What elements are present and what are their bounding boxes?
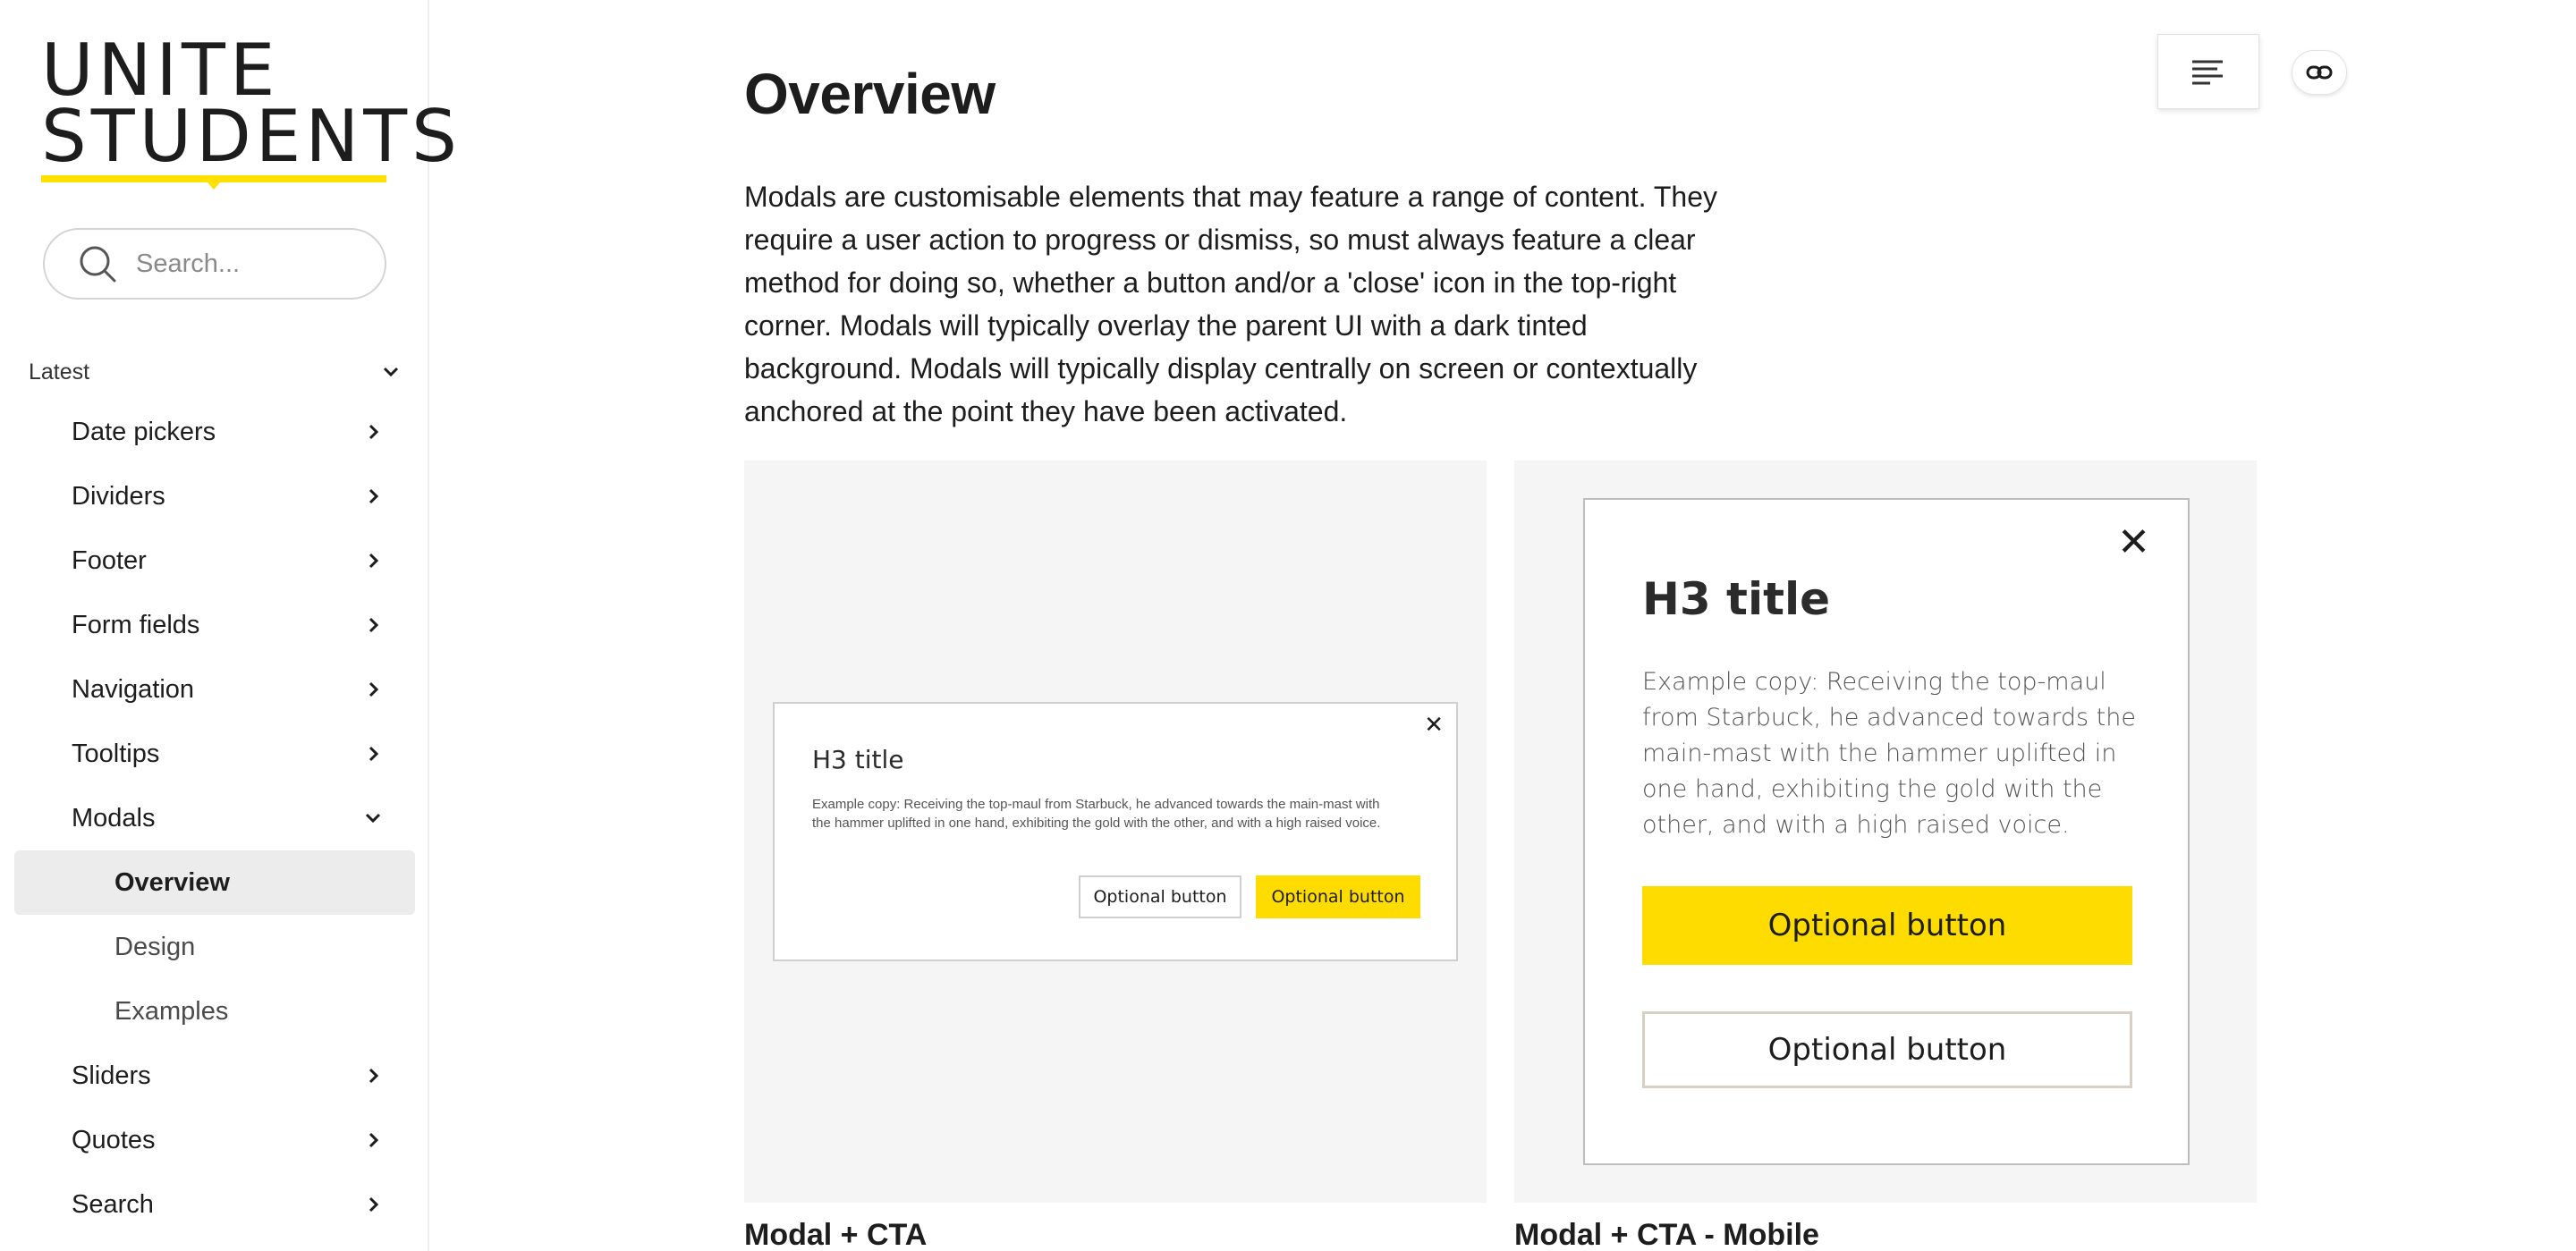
chevron-right-icon xyxy=(369,1196,379,1213)
chevron-down-icon xyxy=(365,813,381,824)
example-panel-mobile: ✕ H3 title Example copy: Receiving the t… xyxy=(1514,461,2257,1203)
sidebar-item-modals[interactable]: Modals xyxy=(14,786,415,850)
sidebar-item-label: Form fields xyxy=(72,610,200,639)
sidebar-item-label: Quotes xyxy=(72,1125,156,1154)
sidebar-item-label: Overview xyxy=(114,867,230,897)
sidebar-item-label: Navigation xyxy=(72,674,195,704)
optional-primary-button[interactable]: Optional button xyxy=(1642,886,2132,965)
sidebar-item-navigation[interactable]: Navigation xyxy=(14,657,415,722)
sidebar-item-label: Examples xyxy=(114,996,229,1026)
intro-paragraph: Modals are customisable elements that ma… xyxy=(744,181,1717,427)
sidebar-item-label: Dividers xyxy=(72,481,165,511)
chevron-right-icon xyxy=(369,553,379,569)
main-content: Overview Modals are customisable element… xyxy=(431,0,2576,1251)
optional-secondary-button[interactable]: Optional button xyxy=(1642,1011,2132,1088)
modal-title: H3 title xyxy=(1642,573,1831,625)
logo-line-2: STUDENTS xyxy=(41,95,462,178)
modal-preview-mobile: ✕ H3 title Example copy: Receiving the t… xyxy=(1583,498,2190,1165)
sidebar-item-footer[interactable]: Footer xyxy=(14,528,415,593)
nav-section-latest[interactable]: Latest xyxy=(29,351,404,393)
sidebar-item-label: Search xyxy=(72,1189,154,1219)
optional-secondary-button[interactable]: Optional button xyxy=(1079,875,1241,918)
chevron-right-icon xyxy=(369,424,379,440)
chevron-right-icon xyxy=(369,681,379,697)
sidebar-item-label: Design xyxy=(114,932,196,961)
sidebar-item-label: Footer xyxy=(72,545,147,575)
sidebar-item-overview[interactable]: Overview xyxy=(14,850,415,915)
sidebar-item-sliders[interactable]: Sliders xyxy=(14,1044,415,1108)
sidebar-item-tooltips[interactable]: Tooltips xyxy=(14,722,415,786)
sidebar-item-label: Modals xyxy=(72,803,156,833)
example-caption-desktop: Modal + CTA xyxy=(744,1218,928,1251)
sidebar-item-date-pickers[interactable]: Date pickers xyxy=(14,400,415,464)
search-icon xyxy=(80,246,116,283)
example-panel-desktop: ✕ H3 title Example copy: Receiving the t… xyxy=(744,461,1487,1203)
search-input[interactable] xyxy=(136,249,360,279)
page-title: Overview xyxy=(744,62,996,126)
modal-title: H3 title xyxy=(812,745,904,774)
logo-underline xyxy=(41,175,386,190)
nav-list: Date pickers Dividers Footer Form fields… xyxy=(14,400,415,1237)
modal-copy: Example copy: Receiving the top-maul fro… xyxy=(812,797,1381,831)
search-box[interactable] xyxy=(43,228,386,300)
chevron-right-icon xyxy=(369,617,379,633)
chevron-right-icon xyxy=(369,488,379,504)
chevron-right-icon xyxy=(369,746,379,762)
chevron-down-icon xyxy=(383,367,399,377)
sidebar-item-search[interactable]: Search xyxy=(14,1172,415,1237)
sidebar-item-label: Sliders xyxy=(72,1061,151,1090)
chevron-right-icon xyxy=(369,1132,379,1148)
example-caption-mobile: Modal + CTA - Mobile xyxy=(1514,1218,1819,1251)
sidebar-item-examples[interactable]: Examples xyxy=(14,979,415,1044)
close-icon[interactable]: ✕ xyxy=(2117,523,2150,562)
sidebar-item-quotes[interactable]: Quotes xyxy=(14,1108,415,1172)
modal-preview: ✕ H3 title Example copy: Receiving the t… xyxy=(773,702,1458,961)
logo-line-1: UNITE xyxy=(41,29,280,112)
sidebar-item-label: Tooltips xyxy=(72,739,160,768)
link-icon xyxy=(2306,65,2333,80)
sidebar-item-dividers[interactable]: Dividers xyxy=(14,464,415,528)
table-of-contents-icon xyxy=(2192,60,2223,85)
copy-link-button[interactable] xyxy=(2292,50,2347,95)
table-of-contents-button[interactable] xyxy=(2157,34,2259,109)
close-icon[interactable]: ✕ xyxy=(1424,713,1444,736)
chevron-right-icon xyxy=(369,1068,379,1084)
optional-primary-button[interactable]: Optional button xyxy=(1256,875,1420,918)
sidebar-item-form-fields[interactable]: Form fields xyxy=(14,593,415,657)
modal-copy: Example copy: Receiving the top-maul fro… xyxy=(1642,668,2136,839)
nav-section-label: Latest xyxy=(29,359,90,385)
sidebar-item-label: Date pickers xyxy=(72,417,216,446)
sidebar: UNITE STUDENTS Latest Date pickers Divid… xyxy=(0,0,462,1251)
logo[interactable]: UNITE STUDENTS xyxy=(41,29,462,190)
sidebar-item-design[interactable]: Design xyxy=(14,915,415,979)
